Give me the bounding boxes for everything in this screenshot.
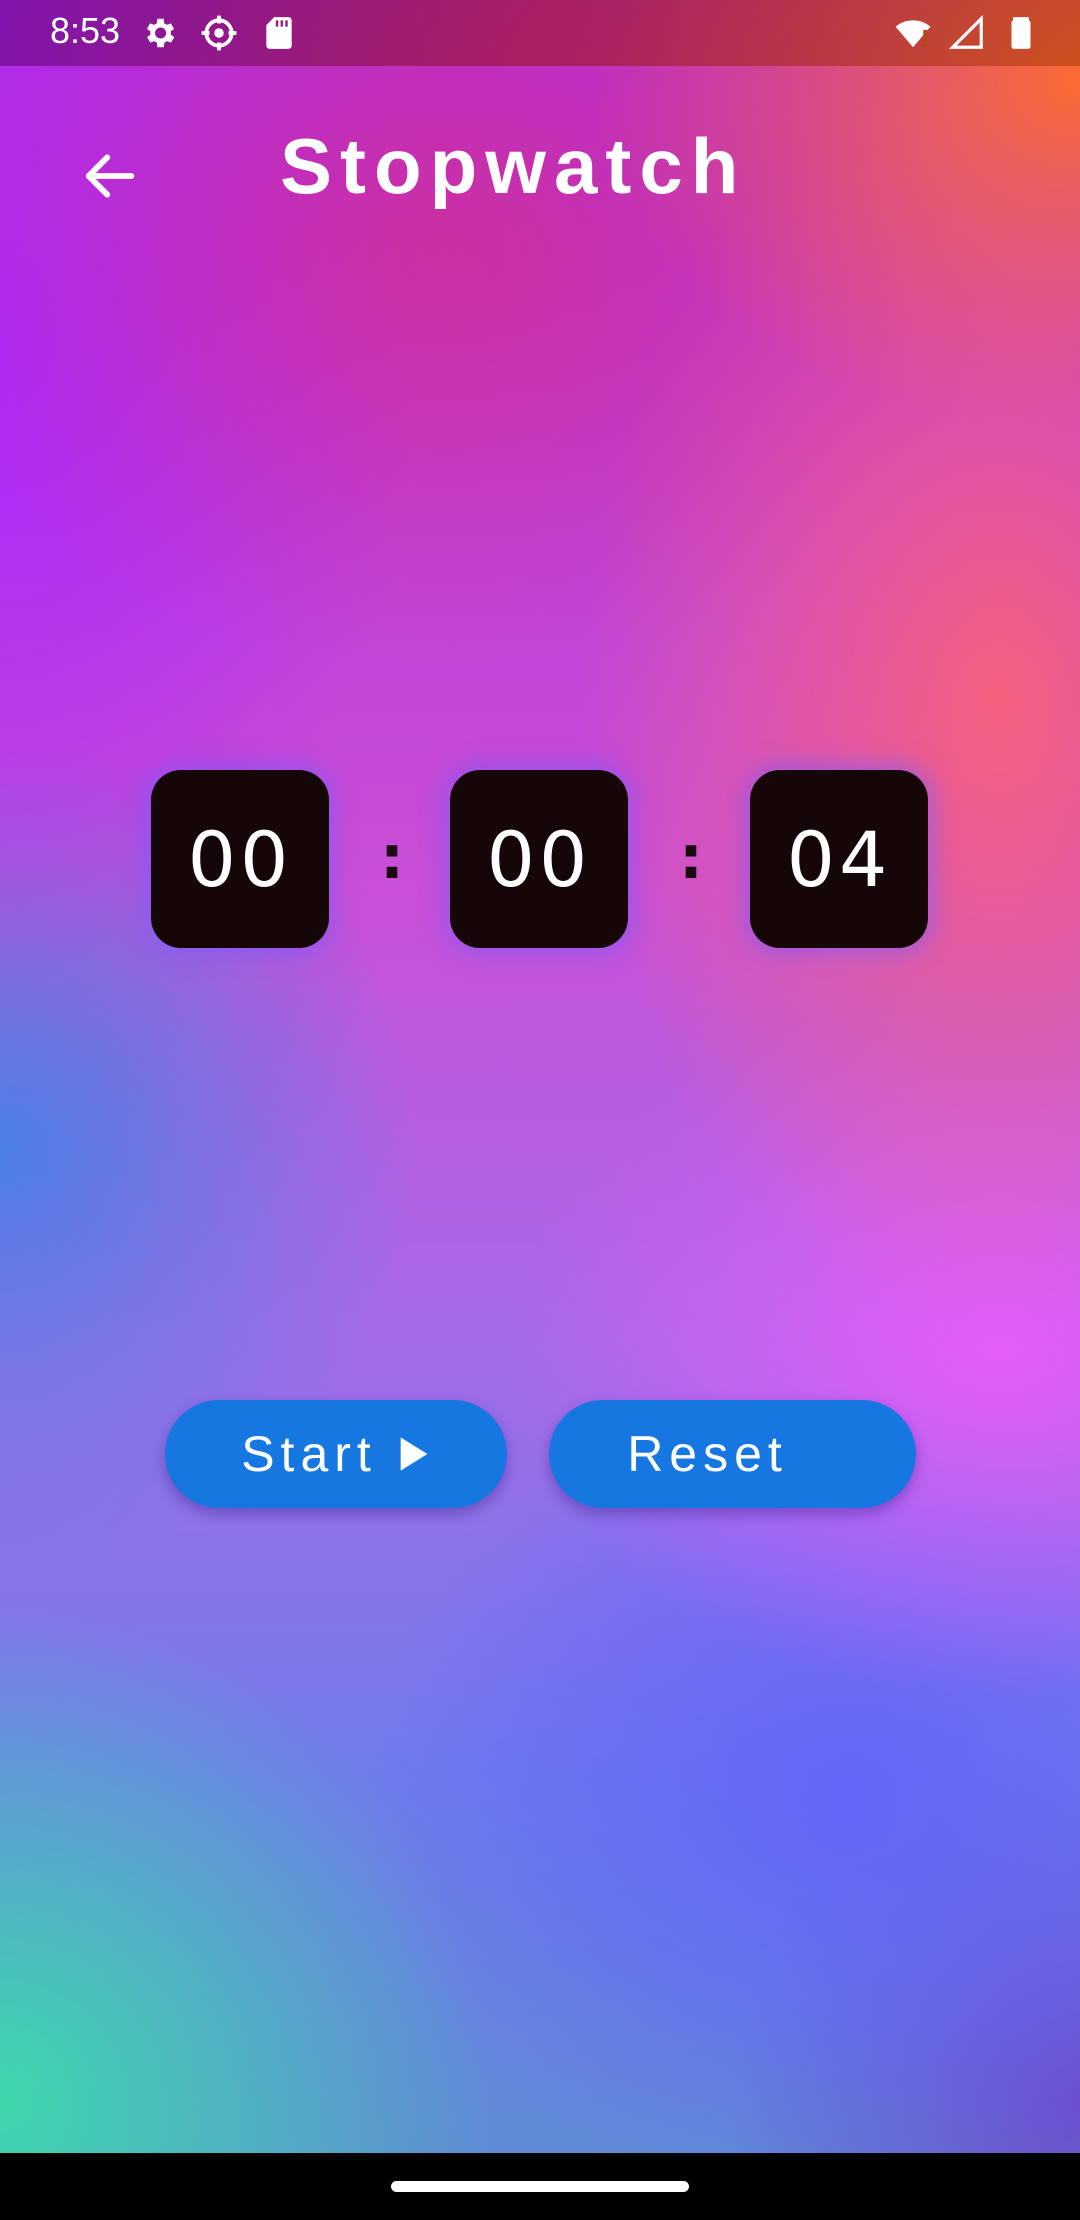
signal-icon <box>948 14 983 49</box>
start-button[interactable]: Start <box>165 1400 507 1508</box>
status-time: 8:53 <box>50 10 121 51</box>
timer-display: 00 : 00 : 04 <box>0 770 1080 950</box>
reset-button-label: Reset <box>627 1426 788 1482</box>
minutes-value: 00 <box>486 814 592 904</box>
settings-icon <box>146 18 175 48</box>
minutes-box: 00 <box>450 770 628 948</box>
crosshair-settings-icon <box>201 15 237 51</box>
app-bar: Stopwatch <box>0 66 1080 266</box>
hours-box: 00 <box>151 770 329 948</box>
start-button-label: Start <box>241 1426 377 1482</box>
seconds-box: 04 <box>750 770 928 948</box>
home-gesture-handle[interactable] <box>391 2181 689 2192</box>
colon-separator: : <box>380 823 404 893</box>
stopwatch-screen: 8:53 Stopwatch 00: 00: 04 Start Reset <box>0 0 1080 2220</box>
battery-icon <box>1011 17 1031 49</box>
reset-button[interactable]: Reset <box>549 1400 916 1508</box>
status-icons-left <box>140 14 298 52</box>
back-button[interactable] <box>60 126 160 226</box>
play-icon <box>400 1437 428 1471</box>
wifi-icon <box>895 20 931 48</box>
navigation-bar <box>0 2153 1080 2220</box>
sd-card-icon <box>266 17 292 49</box>
page-title: Stopwatch <box>280 122 747 210</box>
seconds-value: 04 <box>786 814 892 904</box>
arrow-back-icon <box>85 154 135 198</box>
status-icons-right <box>894 14 1040 52</box>
status-bar: 8:53 <box>0 0 1080 66</box>
gradient-background <box>0 0 1080 2220</box>
hours-value: 00 <box>187 814 293 904</box>
colon-separator: : <box>679 823 703 893</box>
